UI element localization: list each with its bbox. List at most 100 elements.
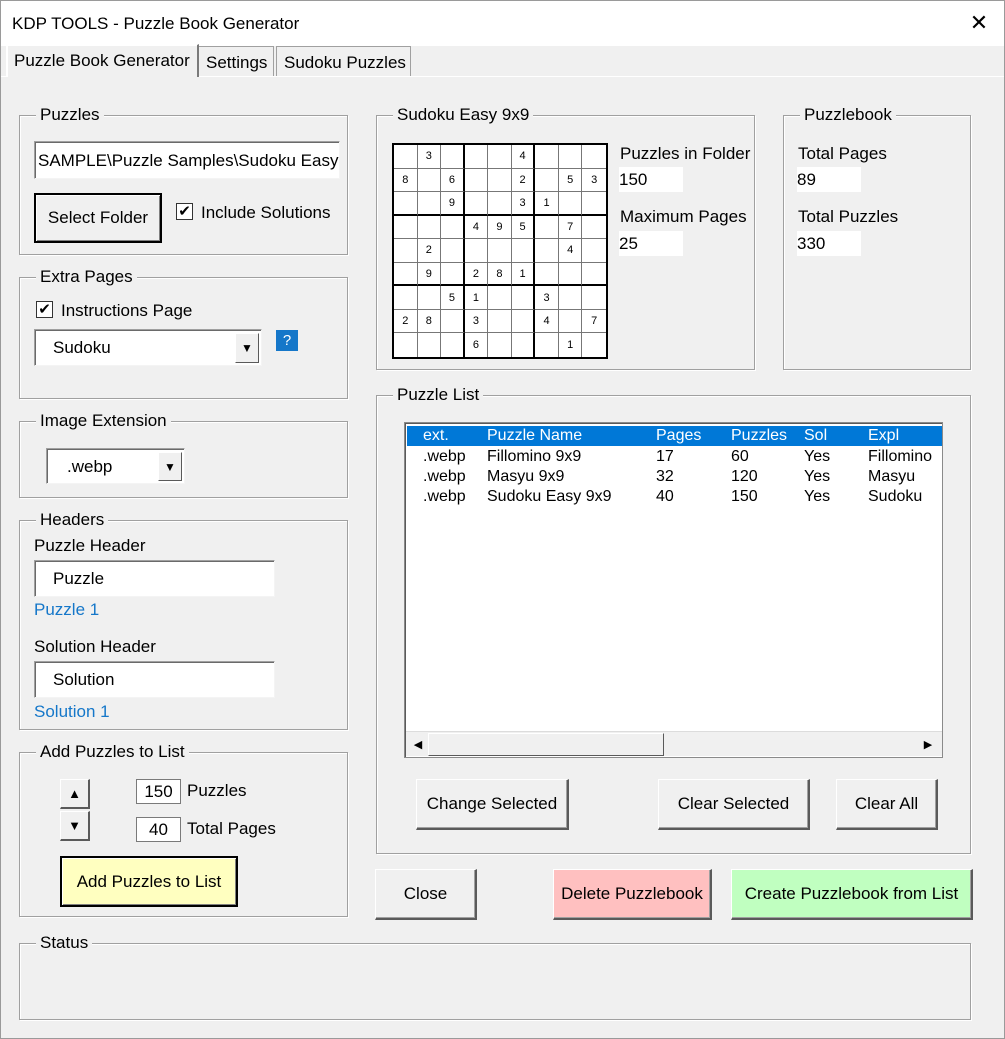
sudoku-cell — [558, 286, 583, 310]
sudoku-cell — [394, 239, 418, 263]
arrow-up-icon: ▲ — [68, 786, 81, 801]
check-icon: ✔ — [178, 203, 191, 220]
puzzle-list-box[interactable]: ext. Puzzle Name Pages Puzzles Sol Expl … — [404, 422, 943, 758]
sudoku-cell — [488, 333, 512, 357]
list-cell: .webp — [423, 448, 466, 465]
puzzle-header-input[interactable]: Puzzle — [34, 560, 275, 597]
sudoku-cell — [464, 168, 489, 193]
column-header: Pages — [656, 427, 702, 444]
list-cell: Yes — [804, 488, 831, 505]
instructions-page-checkbox[interactable]: ✔ — [36, 301, 53, 318]
sudoku-cell — [558, 262, 583, 287]
column-header: Puzzles — [731, 427, 788, 444]
scroll-right-icon[interactable]: ▶ — [918, 733, 938, 755]
list-header-row[interactable]: ext. Puzzle Name Pages Puzzles Sol Expl — [407, 426, 942, 446]
sudoku-cell — [582, 192, 606, 216]
chevron-down-icon[interactable]: ▼ — [235, 333, 259, 363]
puzzles-count-input[interactable]: 150 — [136, 779, 181, 804]
sudoku-cell — [417, 286, 442, 310]
sudoku-cell: 4 — [511, 145, 536, 169]
sudoku-cell: 7 — [558, 215, 583, 240]
sudoku-cell — [441, 239, 465, 263]
status-frame — [19, 943, 971, 1020]
sudoku-cell — [464, 239, 489, 263]
sudoku-cell: 7 — [582, 310, 606, 334]
total-puzzles-summary-value: 330 — [797, 231, 861, 256]
sudoku-cell: 9 — [441, 192, 465, 216]
total-pages-summary-value: 89 — [797, 167, 861, 192]
total-pages-input[interactable]: 40 — [136, 817, 181, 842]
sudoku-cell: 5 — [511, 215, 536, 240]
column-header: Expl — [868, 427, 900, 444]
sudoku-cell — [441, 262, 465, 287]
help-icon[interactable]: ? — [276, 330, 298, 351]
delete-puzzlebook-button[interactable]: Delete Puzzlebook — [553, 869, 712, 920]
maximum-pages-label: Maximum Pages — [620, 207, 747, 226]
list-cell: Yes — [804, 448, 831, 465]
sudoku-cell — [464, 145, 489, 169]
include-solutions-label: Include Solutions — [201, 203, 331, 222]
instructions-type-select[interactable]: Sudoku — [34, 329, 262, 366]
sudoku-preview-title: Sudoku Easy 9x9 — [393, 105, 534, 125]
list-cell: Masyu 9x9 — [487, 468, 565, 485]
sudoku-cell: 1 — [559, 333, 583, 357]
sudoku-cell: 8 — [394, 168, 418, 193]
tab-puzzle-book-generator[interactable]: Puzzle Book Generator — [6, 44, 199, 77]
sudoku-cell — [582, 263, 606, 287]
scrollbar-thumb[interactable] — [428, 733, 664, 756]
solution-header-input[interactable]: Solution — [34, 661, 275, 698]
puzzlebook-frame-title: Puzzlebook — [800, 105, 896, 125]
sudoku-cell — [441, 333, 465, 357]
list-item[interactable]: .webp Sudoku Easy 9x9 40 150 Yes Sudoku — [407, 487, 942, 507]
change-selected-button[interactable]: Change Selected — [416, 779, 569, 830]
include-solutions-checkbox[interactable]: ✔ — [176, 203, 193, 220]
solution-header-label: Solution Header — [34, 637, 156, 656]
total-pages-label: Total Pages — [187, 819, 276, 838]
sudoku-cell: 2 — [417, 239, 442, 263]
sudoku-cell: 2 — [511, 168, 536, 193]
puzzle-header-label: Puzzle Header — [34, 536, 146, 555]
sudoku-cell — [441, 215, 465, 240]
puzzles-in-folder-value: 150 — [619, 167, 683, 192]
close-button[interactable]: Close — [375, 869, 477, 920]
sudoku-cell — [511, 286, 536, 310]
chevron-down-icon[interactable]: ▼ — [158, 452, 182, 481]
list-item[interactable]: .webp Fillomino 9x9 17 60 Yes Fillomino — [407, 447, 942, 467]
sudoku-cell: 5 — [558, 168, 583, 193]
add-puzzles-button[interactable]: Add Puzzles to List — [60, 856, 238, 907]
sudoku-cell — [441, 309, 465, 334]
create-puzzlebook-button[interactable]: Create Puzzlebook from List — [731, 869, 973, 920]
puzzle-list-title: Puzzle List — [393, 385, 484, 405]
list-item[interactable]: .webp Masyu 9x9 32 120 Yes Masyu — [407, 467, 942, 487]
clear-selected-button[interactable]: Clear Selected — [658, 779, 810, 830]
list-cell: Fillomino 9x9 — [487, 448, 582, 465]
close-window-icon[interactable]: ✕ — [966, 10, 992, 36]
folder-path-input[interactable]: SAMPLE\Puzzle Samples\Sudoku Easy 9 — [34, 141, 340, 179]
tab-sudoku-puzzles[interactable]: Sudoku Puzzles — [276, 46, 411, 76]
list-cell: 17 — [656, 448, 674, 465]
instructions-page-label: Instructions Page — [61, 301, 193, 320]
select-folder-button[interactable]: Select Folder — [34, 193, 162, 243]
sudoku-cell — [417, 215, 442, 240]
total-pages-summary-label: Total Pages — [798, 144, 887, 163]
list-cell: Yes — [804, 468, 831, 485]
sudoku-cell: 4 — [464, 215, 489, 240]
tab-settings[interactable]: Settings — [198, 46, 274, 76]
sudoku-cell: 9 — [417, 262, 442, 287]
add-puzzles-frame-title: Add Puzzles to List — [36, 742, 189, 762]
spin-down-button[interactable]: ▼ — [60, 811, 90, 841]
puzzles-count-label: Puzzles — [187, 781, 247, 800]
sudoku-cell — [394, 333, 418, 357]
spin-up-button[interactable]: ▲ — [60, 779, 90, 809]
sudoku-cell — [394, 215, 418, 240]
sudoku-cell — [535, 239, 559, 263]
scroll-left-icon[interactable]: ◀ — [408, 733, 428, 755]
clear-all-button[interactable]: Clear All — [836, 779, 938, 830]
sudoku-cell — [394, 286, 418, 310]
sudoku-cell — [488, 168, 512, 193]
sudoku-cell — [582, 286, 606, 310]
sudoku-preview-grid: 348625393149572492815132834761 — [392, 143, 608, 359]
sudoku-cell — [582, 239, 606, 263]
sudoku-cell — [535, 215, 559, 240]
sudoku-cell — [582, 333, 606, 357]
